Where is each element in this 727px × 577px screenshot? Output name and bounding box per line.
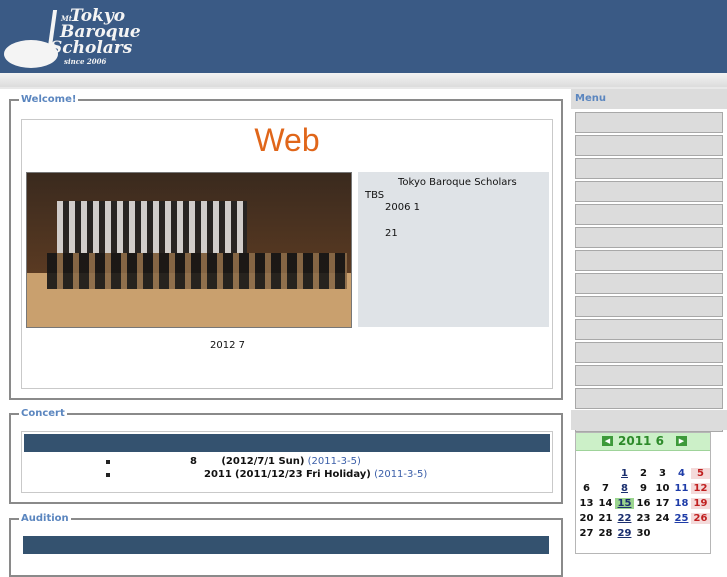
menu-item[interactable] xyxy=(575,319,723,340)
intro-line-4: 21 xyxy=(385,228,398,239)
calendar-day: 9 xyxy=(640,483,647,494)
calendar-day: 28 xyxy=(598,528,613,539)
web-title: Web xyxy=(254,122,320,158)
right-arrow-icon[interactable]: ▶ xyxy=(676,436,687,446)
menu-item[interactable] xyxy=(575,273,723,294)
menu-item[interactable] xyxy=(575,342,723,363)
calendar-day: 6 xyxy=(583,483,590,494)
logo-text-scholars: Scholars xyxy=(50,38,133,58)
calendar-day[interactable]: 25 xyxy=(672,513,691,524)
calendar-day: 21 xyxy=(598,513,613,524)
calendar-day: 3 xyxy=(659,468,666,479)
menu-item[interactable] xyxy=(575,204,723,225)
calendar-day: 11 xyxy=(674,483,689,494)
calendar-day: 2 xyxy=(640,468,647,479)
calendar-day: 12 xyxy=(691,483,710,494)
audition-header-bar xyxy=(23,536,549,554)
welcome-panel: Web Tokyo Baroque Scholars TBS 2006 1 21… xyxy=(21,119,553,389)
logo-tagline: since 2006 xyxy=(64,57,107,66)
menu-item[interactable] xyxy=(575,250,723,271)
concert-item[interactable]: 8 (2012/7/1 Sun) (2011-3-5) xyxy=(190,456,361,467)
concert-legend: Concert xyxy=(21,408,65,419)
calendar-day[interactable]: 1 xyxy=(615,468,634,479)
concert-panel: 8 (2012/7/1 Sun) (2011-3-5) 2011 (2011/1… xyxy=(21,431,553,493)
welcome-legend: Welcome! xyxy=(21,94,77,105)
menu-item[interactable] xyxy=(575,388,723,409)
concert-photo xyxy=(26,172,352,328)
menu-item[interactable] xyxy=(575,181,723,202)
concert-item[interactable]: 2011 (2011/12/23 Fri Holiday) (2011-3-5) xyxy=(204,469,427,480)
calendar-day: 5 xyxy=(691,468,710,479)
calendar-day: 10 xyxy=(655,483,670,494)
concert-item-prefix: 8 xyxy=(190,456,197,467)
audition-section: Audition xyxy=(9,513,563,577)
calendar-day[interactable]: 15 xyxy=(615,498,634,509)
left-arrow-icon[interactable]: ◀ xyxy=(602,436,613,446)
calendar-day: 30 xyxy=(636,528,651,539)
calendar-header-band xyxy=(571,410,727,430)
calendar-nav: ◀ 2011 6 ▶ xyxy=(576,433,710,451)
concert-item-title: (2012/7/1 Sun) xyxy=(221,456,305,467)
welcome-section: Welcome! Web Tokyo Baroque Scholars TBS … xyxy=(9,94,563,400)
concert-item-prefix: 2011 xyxy=(204,469,232,480)
calendar-day: 24 xyxy=(655,513,670,524)
menu-item[interactable] xyxy=(575,112,723,133)
intro-line-3: 2006 1 xyxy=(385,202,420,213)
calendar-day: 14 xyxy=(598,498,613,509)
photo-choir xyxy=(57,201,247,253)
menu-item[interactable] xyxy=(575,227,723,248)
calendar-day: 19 xyxy=(691,498,710,509)
concert-section: Concert 8 (2012/7/1 Sun) (2011-3-5) 2011… xyxy=(9,408,563,504)
menu-item[interactable] xyxy=(575,135,723,156)
audition-legend: Audition xyxy=(21,513,69,524)
calendar-day: 18 xyxy=(674,498,689,509)
menu-list xyxy=(575,112,723,434)
site-logo[interactable]: Mt Tokyo Baroque Scholars since 2006 xyxy=(4,4,141,68)
menu-item[interactable] xyxy=(575,158,723,179)
header-band xyxy=(0,73,727,87)
intro-line-2: TBS xyxy=(365,190,385,201)
list-bullet xyxy=(106,460,110,464)
calendar: ◀ 2011 6 ▶ 1 2 3 4 5 6 7 8 9 10 11 12 13 14 15 16 17 18 19… xyxy=(575,432,711,554)
calendar-day[interactable]: 8 xyxy=(615,483,634,494)
menu-header: Menu xyxy=(571,89,727,109)
calendar-day[interactable]: 29 xyxy=(615,528,634,539)
calendar-day[interactable]: 22 xyxy=(615,513,634,524)
list-bullet xyxy=(106,473,110,477)
calendar-day: 27 xyxy=(579,528,594,539)
calendar-day: 13 xyxy=(579,498,594,509)
calendar-day: 16 xyxy=(636,498,651,509)
menu-title: Menu xyxy=(575,93,606,104)
calendar-title: 2011 6 xyxy=(618,434,664,448)
concert-item-title: (2011/12/23 Fri Holiday) xyxy=(235,469,371,480)
concert-item-date[interactable]: (2011-3-5) xyxy=(374,469,427,480)
calendar-day: 4 xyxy=(678,468,685,479)
intro-panel: Tokyo Baroque Scholars TBS 2006 1 21 xyxy=(358,172,549,327)
calendar-day: 17 xyxy=(655,498,670,509)
intro-line-1: Tokyo Baroque Scholars xyxy=(398,177,517,188)
menu-item[interactable] xyxy=(575,365,723,386)
welcome-caption: 2012 7 xyxy=(210,340,245,351)
site-header: Mt Tokyo Baroque Scholars since 2006 xyxy=(0,0,727,73)
calendar-day: 26 xyxy=(691,513,710,524)
calendar-day: 23 xyxy=(636,513,651,524)
concert-item-date[interactable]: (2011-3-5) xyxy=(308,456,361,467)
menu-item[interactable] xyxy=(575,296,723,317)
calendar-day: 20 xyxy=(579,513,594,524)
photo-orchestra xyxy=(47,253,347,289)
calendar-day: 7 xyxy=(602,483,609,494)
concert-header-bar xyxy=(24,434,550,452)
